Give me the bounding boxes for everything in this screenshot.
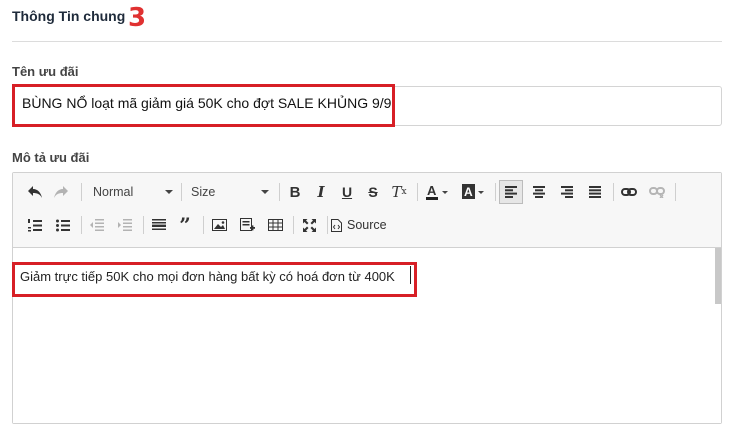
offer-description-label: Mô tả ưu đãi xyxy=(12,150,90,165)
toolbar-separator xyxy=(181,183,182,201)
align-right-icon[interactable] xyxy=(555,180,579,204)
italic-icon[interactable]: I xyxy=(309,180,333,204)
format-select-value: Normal xyxy=(93,185,134,199)
size-select-value: Size xyxy=(191,185,216,199)
toolbar-separator xyxy=(675,183,676,201)
offer-name-label: Tên ưu đãi xyxy=(12,64,79,79)
editor-toolbar: Normal Size B I U S Tx A A ” Source xyxy=(13,173,721,248)
section-title: Thông Tin chung xyxy=(12,8,126,24)
editor-scrollbar[interactable] xyxy=(715,248,721,304)
size-select[interactable]: Size xyxy=(187,180,273,204)
maximize-icon[interactable] xyxy=(297,213,321,237)
svg-text:A: A xyxy=(427,183,437,198)
toolbar-separator xyxy=(327,216,328,234)
toolbar-separator xyxy=(417,183,418,201)
svg-text:A: A xyxy=(464,185,473,199)
offer-name-value: BÙNG NỔ loạt mã giảm giá 50K cho đợt SAL… xyxy=(22,95,392,111)
toolbar-separator xyxy=(81,216,82,234)
background-color-icon[interactable]: A xyxy=(459,180,489,204)
unlink-icon[interactable] xyxy=(645,180,669,204)
toolbar-separator xyxy=(279,183,280,201)
align-center-icon[interactable] xyxy=(527,180,551,204)
offer-description-text: Giảm trực tiếp 50K cho mọi đơn hàng bất … xyxy=(20,269,395,284)
source-icon xyxy=(331,218,342,232)
chevron-down-icon xyxy=(165,190,173,194)
image-icon[interactable] xyxy=(207,213,231,237)
toolbar-separator xyxy=(203,216,204,234)
text-cursor xyxy=(410,266,411,284)
toolbar-separator xyxy=(293,216,294,234)
remove-format-icon[interactable]: Tx xyxy=(387,180,411,204)
section-divider xyxy=(12,41,722,42)
bulleted-list-icon[interactable] xyxy=(51,213,75,237)
step-number: 3 xyxy=(128,3,147,33)
source-label: Source xyxy=(347,218,387,232)
underline-icon[interactable]: U xyxy=(335,180,359,204)
format-select[interactable]: Normal xyxy=(89,180,177,204)
embed-icon[interactable] xyxy=(235,213,259,237)
strikethrough-icon[interactable]: S xyxy=(361,180,385,204)
text-color-icon[interactable]: A xyxy=(423,180,453,204)
numbered-list-icon[interactable] xyxy=(23,213,47,237)
table-icon[interactable] xyxy=(263,213,287,237)
blockquote-icon[interactable]: ” xyxy=(173,213,197,237)
source-button[interactable]: Source xyxy=(331,213,395,237)
outdent-icon[interactable] xyxy=(85,213,109,237)
undo-icon[interactable] xyxy=(23,180,47,204)
toolbar-separator xyxy=(495,183,496,201)
indent-icon[interactable] xyxy=(113,213,137,237)
chevron-down-icon xyxy=(261,190,269,194)
link-icon[interactable] xyxy=(617,180,641,204)
horizontal-line-icon[interactable] xyxy=(147,213,171,237)
redo-icon[interactable] xyxy=(49,180,73,204)
align-left-icon[interactable] xyxy=(499,180,523,204)
bold-icon[interactable]: B xyxy=(283,180,307,204)
toolbar-separator xyxy=(613,183,614,201)
toolbar-separator xyxy=(143,216,144,234)
justify-icon[interactable] xyxy=(583,180,607,204)
rich-text-editor: Normal Size B I U S Tx A A ” Source xyxy=(12,172,722,424)
toolbar-separator xyxy=(81,183,82,201)
